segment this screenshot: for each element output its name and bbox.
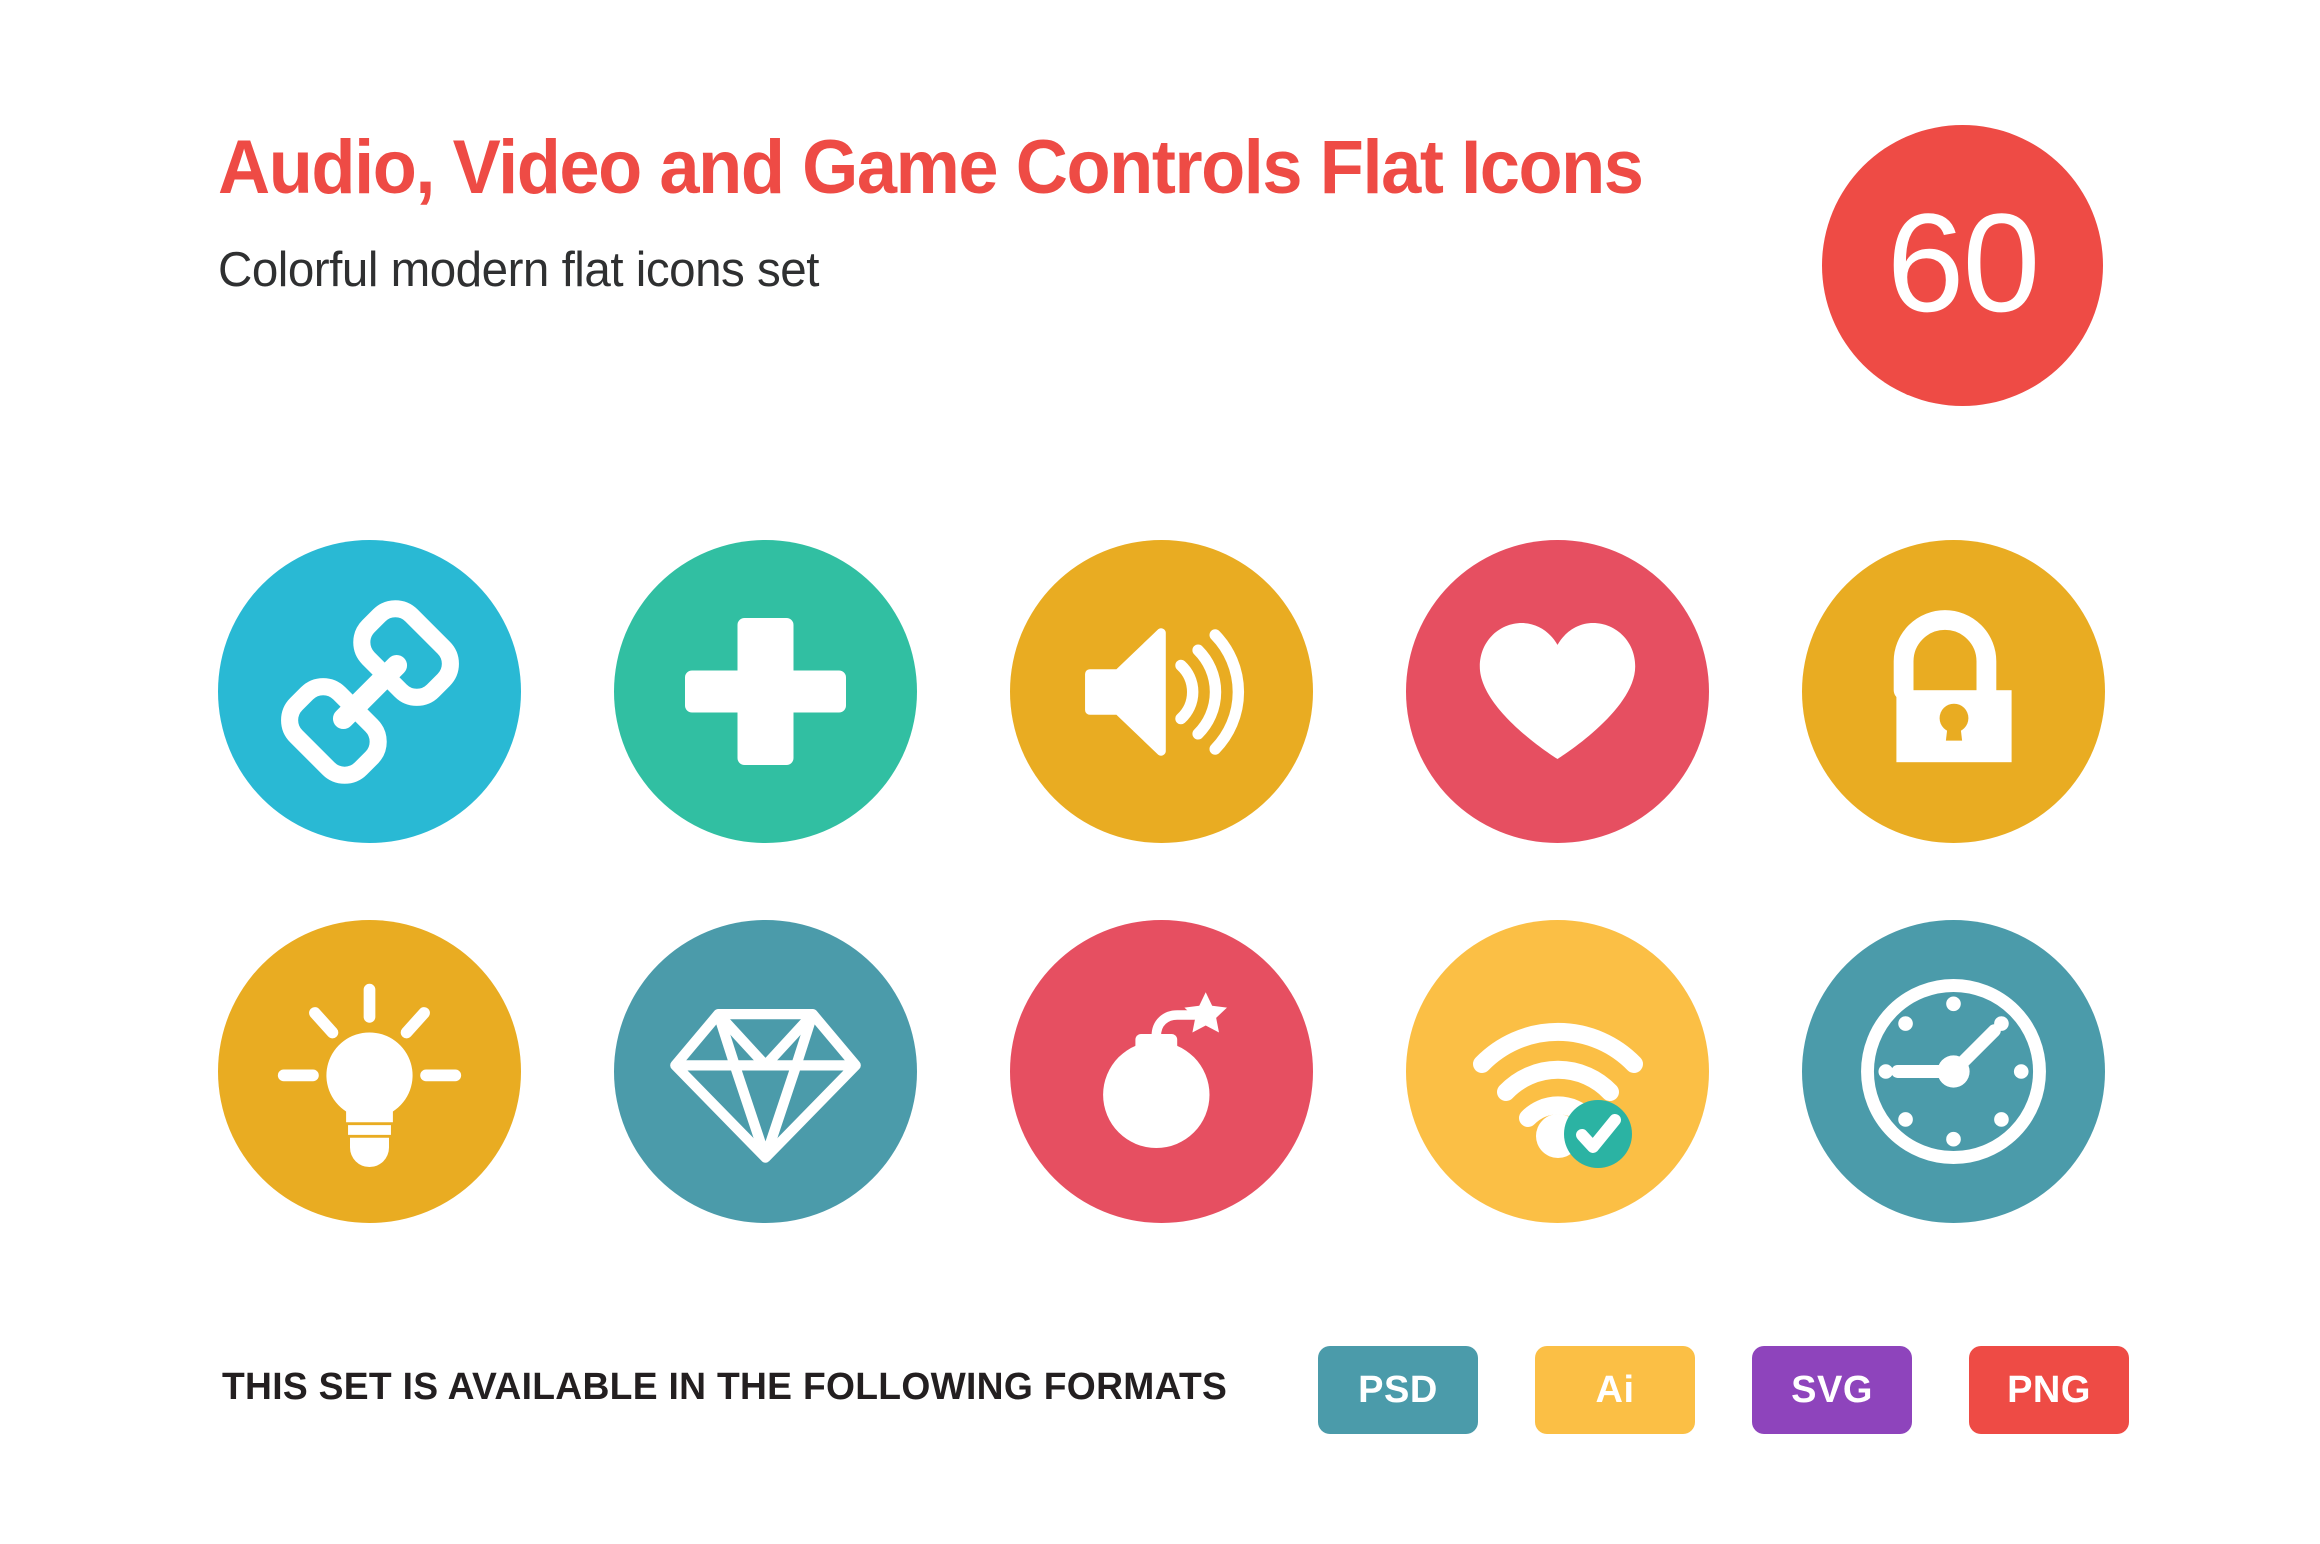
icon-tile-diamond[interactable]: [614, 920, 917, 1223]
icon-tile-lightbulb[interactable]: [218, 920, 521, 1223]
page-subtitle: Colorful modern flat icons set: [218, 243, 819, 297]
format-badge-label: Ai: [1595, 1368, 1635, 1411]
footer: THIS SET IS AVAILABLE IN THE FOLLOWING F…: [0, 1346, 2320, 1456]
icon-tile-plus[interactable]: [614, 540, 917, 843]
icon-count-value: 60: [1886, 183, 2041, 341]
diamond-icon: [670, 1008, 861, 1163]
unlock-icon: [1893, 609, 2012, 762]
icon-tile-clock[interactable]: [1802, 920, 2105, 1223]
wifi-check-icon: [1472, 1022, 1643, 1168]
icon-tile-link[interactable]: [218, 540, 521, 843]
plus-icon: [685, 618, 846, 765]
icon-set-preview-page: Audio, Video and Game Controls Flat Icon…: [0, 0, 2320, 1544]
icon-tile-volume[interactable]: [1010, 540, 1313, 843]
format-badge-label: PSD: [1358, 1368, 1438, 1411]
icon-grid: [218, 540, 2108, 1223]
format-badge-list: PSD Ai SVG PNG: [1318, 1346, 2129, 1434]
formats-caption: THIS SET IS AVAILABLE IN THE FOLLOWING F…: [222, 1366, 1228, 1408]
icon-tile-unlock[interactable]: [1802, 540, 2105, 843]
format-badge-ai[interactable]: Ai: [1535, 1346, 1695, 1434]
icon-tile-heart[interactable]: [1406, 540, 1709, 843]
clock-icon: [1861, 979, 2046, 1164]
lightbulb-icon: [277, 983, 462, 1168]
heart-icon: [1479, 623, 1636, 760]
format-badge-svg[interactable]: SVG: [1752, 1346, 1912, 1434]
icon-tile-bomb[interactable]: [1010, 920, 1313, 1223]
icon-count-badge: 60: [1822, 125, 2103, 406]
format-badge-label: SVG: [1791, 1368, 1873, 1411]
icon-tile-wifi-check[interactable]: [1406, 920, 1709, 1223]
format-badge-label: PNG: [2007, 1368, 2091, 1411]
page-title: Audio, Video and Game Controls Flat Icon…: [218, 125, 1644, 210]
format-badge-png[interactable]: PNG: [1969, 1346, 2129, 1434]
header: Audio, Video and Game Controls Flat Icon…: [218, 130, 1778, 295]
format-badge-psd[interactable]: PSD: [1318, 1346, 1478, 1434]
bomb-icon: [1102, 991, 1227, 1148]
volume-icon: [1084, 627, 1244, 756]
link-icon: [280, 599, 459, 784]
